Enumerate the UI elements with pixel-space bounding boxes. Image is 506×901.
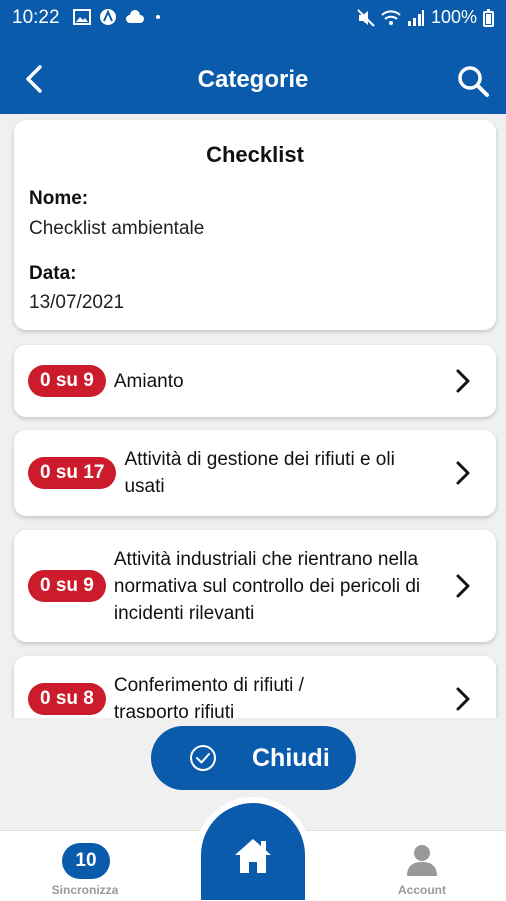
- category-label: Amianto: [113, 370, 184, 392]
- close-button[interactable]: Chiudi: [151, 726, 356, 790]
- nav-sync[interactable]: 10 Sincronizza: [30, 831, 140, 901]
- nav-account[interactable]: Account: [367, 831, 477, 901]
- date-label: Data:: [29, 263, 77, 284]
- status-system-icons: 100%: [357, 7, 494, 28]
- progress-badge: 0 su 9: [28, 570, 106, 602]
- page-title: Categorie: [197, 66, 309, 93]
- app-logo-icon: [100, 9, 116, 25]
- category-item-attivita-industriali[interactable]: 0 su 9 Attività industriali che rientran…: [14, 530, 496, 642]
- app-bar: Categorie: [0, 36, 506, 114]
- name-label: Nome:: [29, 188, 89, 209]
- account-icon: [407, 845, 437, 876]
- progress-badge: 0 su 8: [28, 683, 106, 715]
- gallery-icon: [73, 9, 91, 25]
- mute-icon: [357, 8, 375, 27]
- check-circle-icon: [190, 745, 216, 771]
- chevron-right-icon: [456, 461, 470, 485]
- battery-icon: [483, 8, 494, 27]
- status-bar: 10:22 100%: [0, 0, 506, 36]
- cloud-icon: [126, 10, 144, 23]
- chevron-right-icon: [456, 687, 470, 711]
- progress-badge: 0 su 9: [28, 365, 106, 397]
- name-value: Checklist ambientale: [29, 218, 205, 239]
- category-label: Conferimento di rifiuti / trasporto rifi…: [113, 675, 304, 718]
- checklist-info-card: Checklist Nome: Checklist ambientale Dat…: [14, 120, 496, 330]
- category-item-amianto[interactable]: 0 su 9 Amianto: [14, 345, 496, 417]
- chevron-right-icon: [456, 369, 470, 393]
- date-value: 13/07/2021: [29, 292, 125, 313]
- dot-icon: [156, 15, 160, 19]
- category-item-conferimento-rifiuti[interactable]: 0 su 8 Conferimento di rifiuti / traspor…: [14, 656, 496, 718]
- category-item-gestione-rifiuti[interactable]: 0 su 17 Attività di gestione dei rifiuti…: [14, 430, 496, 516]
- wifi-icon: [381, 9, 401, 25]
- search-icon[interactable]: [456, 64, 490, 98]
- status-time: 10:22: [12, 7, 60, 28]
- home-icon: [235, 839, 271, 873]
- category-label: Attività di gestione dei rifiuti e oli u…: [124, 449, 395, 497]
- category-list[interactable]: 0 su 9 Amianto 0 su 17 Attività di gesti…: [0, 340, 506, 718]
- battery-percent: 100%: [430, 7, 477, 27]
- close-button-label: Chiudi: [252, 744, 330, 772]
- progress-badge: 0 su 17: [28, 457, 117, 489]
- checklist-heading: Checklist: [206, 142, 304, 167]
- status-notification-icons: [73, 8, 163, 26]
- nav-sync-label: Sincronizza: [51, 883, 119, 897]
- signal-icon: [407, 9, 424, 26]
- home-button[interactable]: [201, 803, 305, 900]
- nav-account-label: Account: [398, 883, 446, 897]
- chevron-right-icon: [456, 574, 470, 598]
- sync-count-badge: 10: [62, 843, 110, 879]
- category-label: Attività industriali che rientrano nella…: [113, 548, 421, 624]
